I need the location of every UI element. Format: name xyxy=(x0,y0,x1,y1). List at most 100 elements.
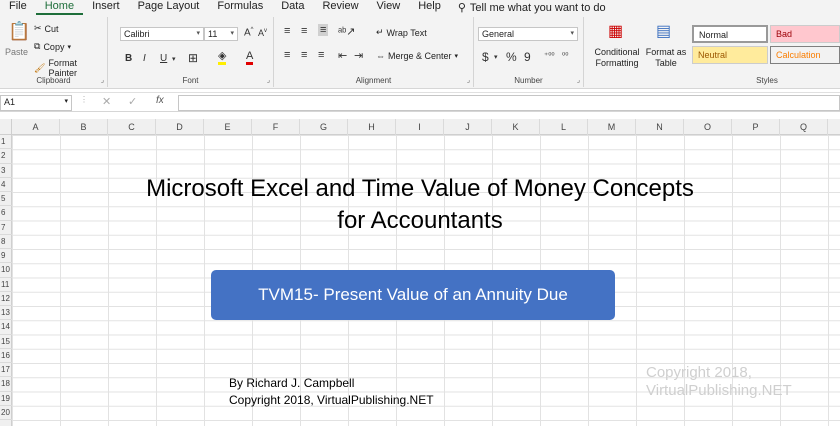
enter-icon[interactable]: ✓ xyxy=(128,95,137,108)
column-header[interactable]: K xyxy=(492,119,540,135)
row-header[interactable]: 11 xyxy=(0,278,12,292)
column-header[interactable]: Q xyxy=(780,119,828,135)
fill-color-icon[interactable]: ◈ xyxy=(218,51,227,65)
formula-bar: A1 ▾ ⋮ ✕ ✓ fx xyxy=(0,92,840,112)
menu-help[interactable]: Help xyxy=(409,0,450,15)
font-dialog-launcher-icon[interactable]: ⌟ xyxy=(267,76,270,84)
style-normal[interactable]: Normal xyxy=(692,25,768,43)
name-box[interactable]: A1 ▾ xyxy=(0,95,72,111)
row-header[interactable]: 2 xyxy=(0,149,12,164)
row-header[interactable]: 15 xyxy=(0,335,12,349)
menu-file[interactable]: File xyxy=(0,0,36,15)
decrease-font-icon[interactable]: Av xyxy=(258,28,267,38)
formula-input[interactable] xyxy=(178,95,840,111)
increase-decimal-icon[interactable]: ⁺⁰⁰ xyxy=(544,51,555,60)
bold-button[interactable]: B xyxy=(125,53,132,64)
borders-icon[interactable]: ⊞ xyxy=(188,51,198,65)
row-header[interactable]: 12 xyxy=(0,292,12,306)
row-header[interactable]: 14 xyxy=(0,320,12,335)
align-middle-icon[interactable]: ≡ xyxy=(301,25,307,37)
menu-data[interactable]: Data xyxy=(272,0,313,15)
column-header[interactable]: M xyxy=(588,119,636,135)
row-header[interactable]: 19 xyxy=(0,392,12,406)
cancel-icon[interactable]: ✕ xyxy=(102,95,111,108)
cut-button[interactable]: ✂ Cut xyxy=(34,23,59,34)
increase-indent-icon[interactable]: ⇥ xyxy=(354,49,363,62)
row-header[interactable]: 17 xyxy=(0,363,12,378)
select-all-button[interactable] xyxy=(0,119,12,135)
column-header[interactable]: N xyxy=(636,119,684,135)
menu-page-layout[interactable]: Page Layout xyxy=(129,0,209,15)
align-center-icon[interactable]: ≡ xyxy=(301,49,307,61)
dialog-launcher-icon[interactable]: ⌟ xyxy=(101,76,104,84)
row-header[interactable]: 18 xyxy=(0,377,12,392)
align-left-icon[interactable]: ≡ xyxy=(284,49,290,61)
alignment-dialog-launcher-icon[interactable]: ⌟ xyxy=(467,76,470,84)
row-header[interactable]: 20 xyxy=(0,406,12,420)
format-as-table-button[interactable]: Format as Table xyxy=(644,47,688,69)
decrease-indent-icon[interactable]: ⇤ xyxy=(338,49,347,62)
wrap-text-button[interactable]: ↵ Wrap Text xyxy=(376,27,427,38)
decrease-decimal-icon[interactable]: ⁰⁰ xyxy=(562,51,568,60)
copy-button[interactable]: ⧉ Copy ▾ xyxy=(34,41,71,52)
column-header[interactable]: J xyxy=(444,119,492,135)
underline-button[interactable]: U xyxy=(160,53,167,64)
column-header[interactable]: C xyxy=(108,119,156,135)
column-header[interactable]: G xyxy=(300,119,348,135)
style-calculation[interactable]: Calculation xyxy=(770,46,840,64)
row-header[interactable]: 10 xyxy=(0,263,12,278)
conditional-formatting-button[interactable]: Conditional Formatting xyxy=(588,47,646,69)
row-header[interactable]: 7 xyxy=(0,221,12,235)
row-header[interactable]: 13 xyxy=(0,306,12,321)
row-header[interactable]: 8 xyxy=(0,235,12,249)
font-family-select[interactable]: Calibri ▾ xyxy=(120,27,204,41)
align-right-icon[interactable]: ≡ xyxy=(318,49,324,61)
number-dialog-launcher-icon[interactable]: ⌟ xyxy=(577,76,580,84)
style-neutral[interactable]: Neutral xyxy=(692,46,768,64)
align-bottom-icon[interactable]: ≡ xyxy=(318,24,329,36)
percent-button[interactable]: % xyxy=(506,50,517,64)
column-header[interactable]: D xyxy=(156,119,204,135)
column-header[interactable]: E xyxy=(204,119,252,135)
style-bad[interactable]: Bad xyxy=(770,25,840,43)
conditional-formatting-icon[interactable]: ▦ xyxy=(608,21,623,41)
insert-function-icon[interactable]: fx xyxy=(156,95,164,106)
tell-me-box[interactable]: ⚲ Tell me what you want to do xyxy=(450,1,606,15)
menu-view[interactable]: View xyxy=(368,0,410,15)
format-painter-button[interactable]: 🖌 Format Painter xyxy=(34,58,107,78)
font-size-select[interactable]: 11 ▾ xyxy=(204,27,238,41)
column-header[interactable]: H xyxy=(348,119,396,135)
column-header[interactable]: O xyxy=(684,119,732,135)
row-header[interactable]: 1 xyxy=(0,135,12,150)
column-header[interactable]: I xyxy=(396,119,444,135)
italic-button[interactable]: I xyxy=(143,53,146,64)
comma-button[interactable]: 9 xyxy=(524,50,531,64)
increase-font-icon[interactable]: A^ xyxy=(244,27,254,38)
menu-insert[interactable]: Insert xyxy=(83,0,129,15)
currency-button[interactable]: $ xyxy=(482,50,489,64)
paste-icon[interactable]: 📋 xyxy=(8,21,30,42)
row-header[interactable]: 6 xyxy=(0,206,12,221)
merge-center-button[interactable]: ⇔ Merge & Center ▾ xyxy=(376,51,458,61)
menu-review[interactable]: Review xyxy=(313,0,367,15)
row-header[interactable]: 3 xyxy=(0,164,12,178)
menu-home[interactable]: Home xyxy=(35,0,84,15)
format-as-table-icon[interactable]: ▤ xyxy=(656,21,671,41)
underline-dropdown-icon[interactable]: ▾ xyxy=(172,55,176,63)
menu-formulas[interactable]: Formulas xyxy=(208,0,272,15)
row-header[interactable]: 4 xyxy=(0,178,12,192)
paste-button[interactable]: Paste xyxy=(5,47,28,57)
column-header[interactable]: P xyxy=(732,119,780,135)
font-color-icon[interactable]: A xyxy=(246,50,254,65)
row-header[interactable]: 16 xyxy=(0,349,12,363)
align-top-icon[interactable]: ≡ xyxy=(284,25,290,37)
column-header[interactable]: B xyxy=(60,119,108,135)
row-header[interactable]: 5 xyxy=(0,192,12,207)
orientation-icon[interactable]: ᵃᵇ↗ xyxy=(338,25,355,38)
number-format-select[interactable]: General ▾ xyxy=(478,27,578,41)
currency-dropdown-icon[interactable]: ▾ xyxy=(494,53,498,61)
column-header[interactable]: F xyxy=(252,119,300,135)
column-header[interactable]: L xyxy=(540,119,588,135)
row-header[interactable]: 9 xyxy=(0,249,12,264)
column-header[interactable]: A xyxy=(12,119,60,135)
